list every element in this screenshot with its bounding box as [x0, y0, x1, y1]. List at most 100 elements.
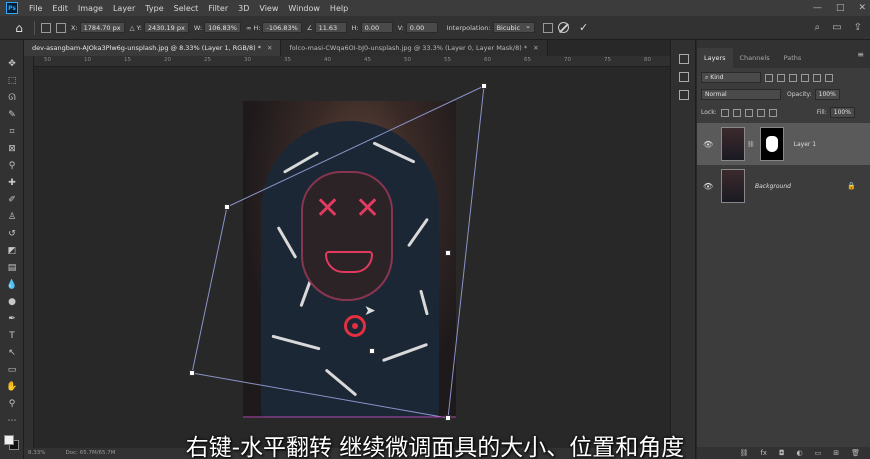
width-field[interactable]: 106.83% — [204, 22, 241, 33]
search-icon[interactable]: ⌕ — [815, 22, 821, 33]
history-panel-icon[interactable] — [679, 54, 689, 64]
path-select-tool-icon[interactable]: ↖ — [6, 347, 18, 359]
kind-filter-select[interactable]: ⌕ Kind — [701, 72, 761, 83]
interpolation-select[interactable]: Bicubic — [492, 21, 536, 33]
history-brush-tool-icon[interactable]: ↺ — [6, 228, 18, 240]
workspace-icon[interactable]: ▭ — [832, 22, 841, 33]
fill-field[interactable]: 100% — [829, 107, 855, 118]
warp-icon[interactable] — [543, 22, 554, 33]
tab-document-2[interactable]: folco-masi-CWqa6OI-bJ0-unsplash.jpg @ 33… — [281, 40, 548, 56]
lock-artboard-icon[interactable] — [756, 108, 765, 117]
frame-tool-icon[interactable]: ⊠ — [6, 143, 18, 155]
lock-image-icon[interactable] — [732, 108, 741, 117]
eraser-tool-icon[interactable]: ◩ — [6, 245, 18, 257]
hand-tool-icon[interactable]: ✋ — [6, 381, 18, 393]
minimize-button[interactable]: — — [813, 0, 822, 16]
home-icon[interactable]: ⌂ — [10, 19, 28, 37]
tab-close-icon[interactable]: ✕ — [267, 44, 272, 52]
marquee-tool-icon[interactable]: ⬚ — [6, 75, 18, 87]
lock-all-icon[interactable] — [768, 108, 777, 117]
stamp-tool-icon[interactable]: ♙ — [6, 211, 18, 223]
menu-window[interactable]: Window — [283, 4, 325, 13]
filter-pixel-icon[interactable] — [765, 73, 773, 82]
reference-point-icon[interactable] — [41, 22, 51, 33]
height-field[interactable]: -106.83% — [262, 22, 302, 33]
x-position-field[interactable]: 1784.70 px — [79, 22, 125, 33]
lock-position-icon[interactable] — [744, 108, 753, 117]
close-button[interactable]: ✕ — [858, 0, 866, 16]
document-canvas[interactable]: ✕ ✕ ➤ — [34, 67, 670, 448]
transform-handle[interactable] — [224, 204, 230, 210]
menu-layer[interactable]: Layer — [108, 4, 140, 13]
filter-adjustment-icon[interactable] — [777, 73, 785, 82]
menu-view[interactable]: View — [254, 4, 283, 13]
menu-select[interactable]: Select — [169, 4, 204, 13]
quick-select-tool-icon[interactable]: ✎ — [6, 109, 18, 121]
chain-link-icon[interactable]: ⛓ — [747, 141, 755, 148]
menu-type[interactable]: Type — [140, 4, 168, 13]
lasso-tool-icon[interactable]: ᘏ — [6, 92, 18, 104]
visibility-eye-icon[interactable]: 👁 — [703, 182, 717, 191]
panel-menu-icon[interactable]: ≡ — [857, 50, 864, 59]
healing-tool-icon[interactable]: ✚ — [6, 177, 18, 189]
move-tool-icon[interactable]: ✥ — [6, 58, 18, 70]
vertical-skew-field[interactable]: 0.00 — [405, 22, 438, 33]
adjustments-panel-icon[interactable] — [679, 90, 689, 100]
transform-handle[interactable] — [445, 250, 451, 256]
opacity-field[interactable]: 100% — [814, 89, 840, 100]
transform-handle[interactable] — [445, 415, 451, 421]
link-proportions-icon[interactable]: ∞ — [246, 24, 251, 32]
transform-center-handle[interactable] — [369, 348, 375, 354]
menu-help[interactable]: Help — [325, 4, 353, 13]
dodge-tool-icon[interactable]: ● — [6, 296, 18, 308]
blend-mode-select[interactable]: Normal — [701, 89, 781, 100]
more-tools-icon[interactable]: ⋯ — [6, 415, 18, 427]
pen-tool-icon[interactable]: ✒ — [6, 313, 18, 325]
menu-3d[interactable]: 3D — [233, 4, 254, 13]
maximize-button[interactable]: □ — [836, 0, 845, 16]
tab-document-1[interactable]: dev-asangbam-AJOka3Plw6g-unsplash.jpg @ … — [24, 40, 282, 56]
menu-edit[interactable]: Edit — [47, 4, 73, 13]
tab-layers[interactable]: Layers — [697, 48, 733, 68]
options-bar: ⌂ X: 1784.70 px △ Y: 2430.19 px W: 106.8… — [0, 16, 870, 40]
ruler-label: 55 — [444, 57, 451, 63]
layer-thumbnail — [721, 127, 745, 161]
transform-handle[interactable] — [481, 83, 487, 89]
filter-type-icon[interactable] — [789, 73, 797, 82]
properties-panel-icon[interactable] — [679, 72, 689, 82]
menu-filter[interactable]: Filter — [203, 4, 233, 13]
blur-tool-icon[interactable]: 💧 — [6, 279, 18, 291]
layer-row-layer-1[interactable]: 👁 ⛓ Layer 1 — [697, 123, 870, 165]
horizontal-skew-field[interactable]: 0.00 — [360, 22, 393, 33]
brush-tool-icon[interactable]: ✐ — [6, 194, 18, 206]
filter-toggle-icon[interactable] — [825, 73, 833, 82]
layer-mask-thumbnail[interactable] — [759, 127, 784, 161]
tab-channels[interactable]: Channels — [733, 48, 777, 68]
layer-row-background[interactable]: 👁 Background 🔒 — [697, 165, 870, 207]
gradient-tool-icon[interactable]: ▤ — [6, 262, 18, 274]
menu-file[interactable]: File — [24, 4, 47, 13]
crop-tool-icon[interactable]: ⌗ — [6, 126, 18, 138]
cancel-transform-icon[interactable] — [558, 22, 570, 33]
tab-paths[interactable]: Paths — [777, 48, 809, 68]
transform-handle[interactable] — [189, 370, 195, 376]
eyedropper-tool-icon[interactable]: ⚲ — [6, 160, 18, 172]
filter-shape-icon[interactable] — [801, 73, 809, 82]
ruler-label: 25 — [204, 57, 211, 63]
zoom-tool-icon[interactable]: ⚲ — [6, 398, 18, 410]
visibility-eye-icon[interactable]: 👁 — [703, 140, 717, 149]
tab-close-icon[interactable]: ✕ — [533, 44, 538, 52]
filter-smart-icon[interactable] — [813, 73, 821, 82]
commit-transform-icon[interactable]: ✓ — [579, 21, 588, 34]
transform-bounding-box[interactable] — [34, 67, 670, 448]
type-tool-icon[interactable]: T — [6, 330, 18, 342]
angle-field[interactable]: 11.63 — [314, 22, 347, 33]
rectangle-tool-icon[interactable]: ▭ — [6, 364, 18, 376]
y-position-field[interactable]: 2430.19 px — [143, 22, 189, 33]
y-label: Y: — [136, 23, 142, 32]
menu-image[interactable]: Image — [73, 4, 108, 13]
lock-transparent-icon[interactable] — [720, 108, 729, 117]
share-icon[interactable]: ⇪ — [854, 22, 862, 33]
reference-grid-icon[interactable] — [56, 22, 66, 33]
w-label: W: — [193, 23, 203, 32]
